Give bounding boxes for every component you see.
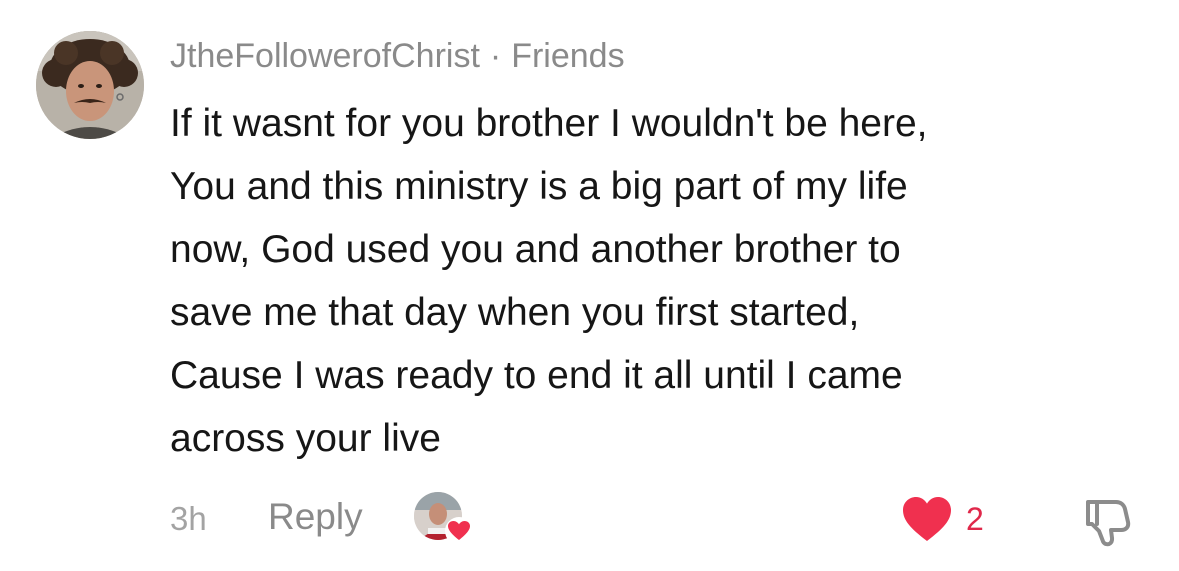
username[interactable]: JtheFollowerofChrist [170,37,480,75]
comment-item: JtheFollowerofChrist · Friends If it wasnt… [0,0,1179,571]
comment-text-line: across your live [170,417,441,460]
relationship-label: Friends [511,37,625,75]
user-avatar[interactable] [36,31,144,139]
comment-text-line: save me that day when you first started, [170,291,860,334]
header-separator: · [489,37,502,75]
heart-icon [903,497,951,541]
reply-button[interactable]: Reply [268,496,363,538]
comment-text: If it wasnt for you brother I wouldn't b… [170,92,1130,470]
comment-actions: 3h Reply 2 [0,490,1179,550]
thumbs-down-icon [1086,500,1131,547]
dislike-button[interactable] [1080,494,1134,548]
comment-header: JtheFollowerofChrist · Friends [170,36,625,76]
comment-text-line: If it wasnt for you brother I wouldn't b… [170,102,928,145]
like-button[interactable]: 2 [900,494,984,544]
comment-text-line: Cause I was ready to end it all until I … [170,354,903,397]
comment-text-line: You and this ministry is a big part of m… [170,165,908,208]
like-count: 2 [966,500,984,537]
creator-liked-badge [414,492,474,548]
comment-text-line: now, God used you and another brother to [170,228,901,271]
avatar-image [36,31,144,139]
comment-timestamp: 3h [170,500,207,537]
heart-icon [445,517,473,545]
